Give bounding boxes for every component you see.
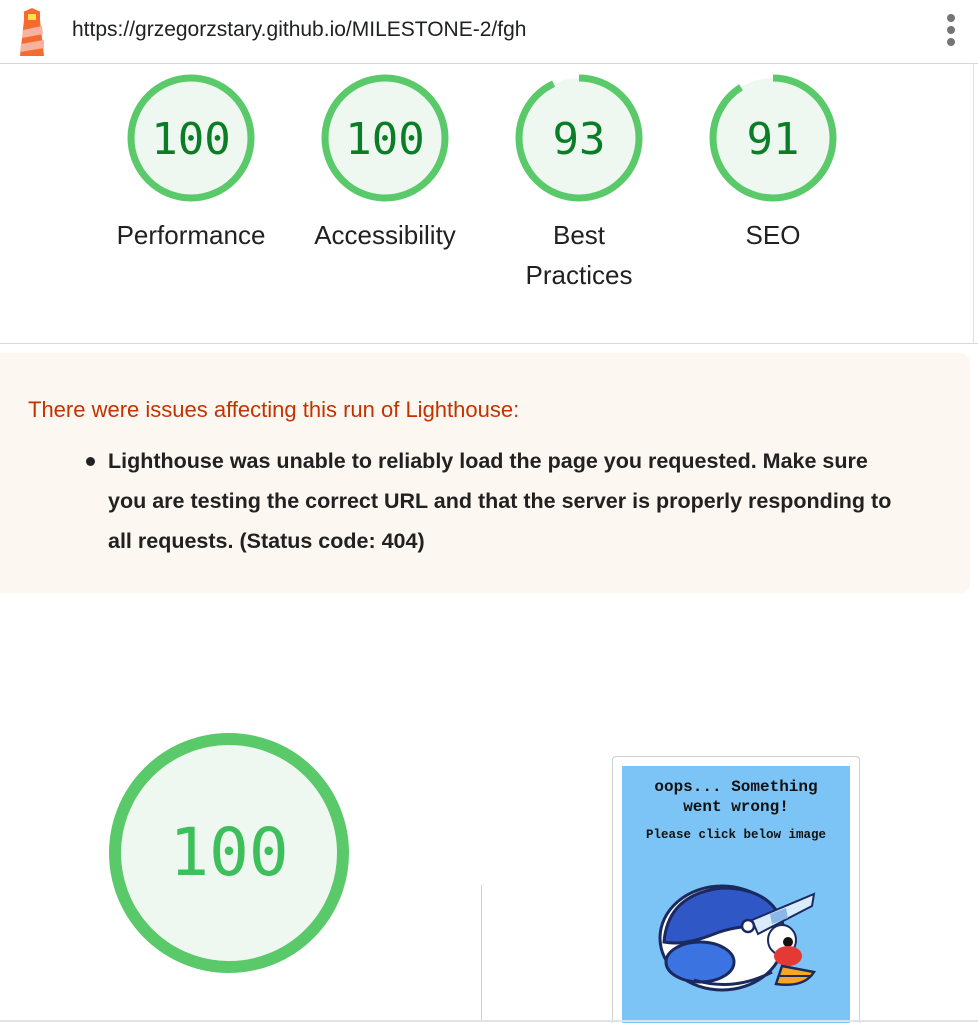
page-url: https://grzegorzstary.github.io/MILESTON… [72,18,527,41]
section-divider [0,343,978,344]
gauge-label: SEO [745,220,801,250]
top-bar: https://grzegorzstary.github.io/MILESTON… [0,0,978,64]
gauge-ring: 91 [709,74,837,202]
gauge-seo[interactable]: 91 SEO [688,73,858,255]
gauge-label: Best Practices [494,215,664,295]
screenshot-text-line2: went wrong! [683,798,789,816]
screenshot-text-line1: oops... Something [654,778,818,796]
screenshot-text-line3: Please click below image [645,828,827,842]
gauge-score: 100 [345,114,424,165]
kebab-menu-icon[interactable] [940,14,962,50]
vertical-divider [481,885,482,1022]
gauge-ring: 100 [321,74,449,202]
warnings-list: Lighthouse was unable to reliably load t… [86,441,908,561]
warnings-title: There were issues affecting this run of … [28,397,520,422]
gauge-label: Performance [116,220,266,250]
gauge-ring: 100 [127,74,255,202]
performance-score-large: 100 [169,814,288,891]
gauge-best-practices[interactable]: 93 Best Practices [494,73,664,295]
gauge-label-line1: Best [552,220,606,250]
gauge-performance[interactable]: 100 Performance [106,73,276,255]
screenshot-image: oops... Something went wrong! Please cli… [622,766,850,1023]
gauge-ring: 93 [515,74,643,202]
lighthouse-logo-icon [20,8,44,56]
scroll-edge [973,63,974,344]
gauge-label: Accessibility [314,220,456,250]
gauge-score: 91 [747,114,800,165]
gauge-score: 100 [151,114,230,165]
run-warnings-box: There were issues affecting this run of … [0,353,970,593]
gauge-label-line2: Practices [525,260,633,290]
performance-gauge-large: 100 [109,733,349,973]
final-screenshot[interactable]: oops... Something went wrong! Please cli… [612,756,860,1023]
gauge-score: 93 [553,114,606,165]
gauge-accessibility[interactable]: 100 Accessibility [300,73,470,255]
bird-icon [658,884,817,992]
warning-item: Lighthouse was unable to reliably load t… [86,441,908,561]
